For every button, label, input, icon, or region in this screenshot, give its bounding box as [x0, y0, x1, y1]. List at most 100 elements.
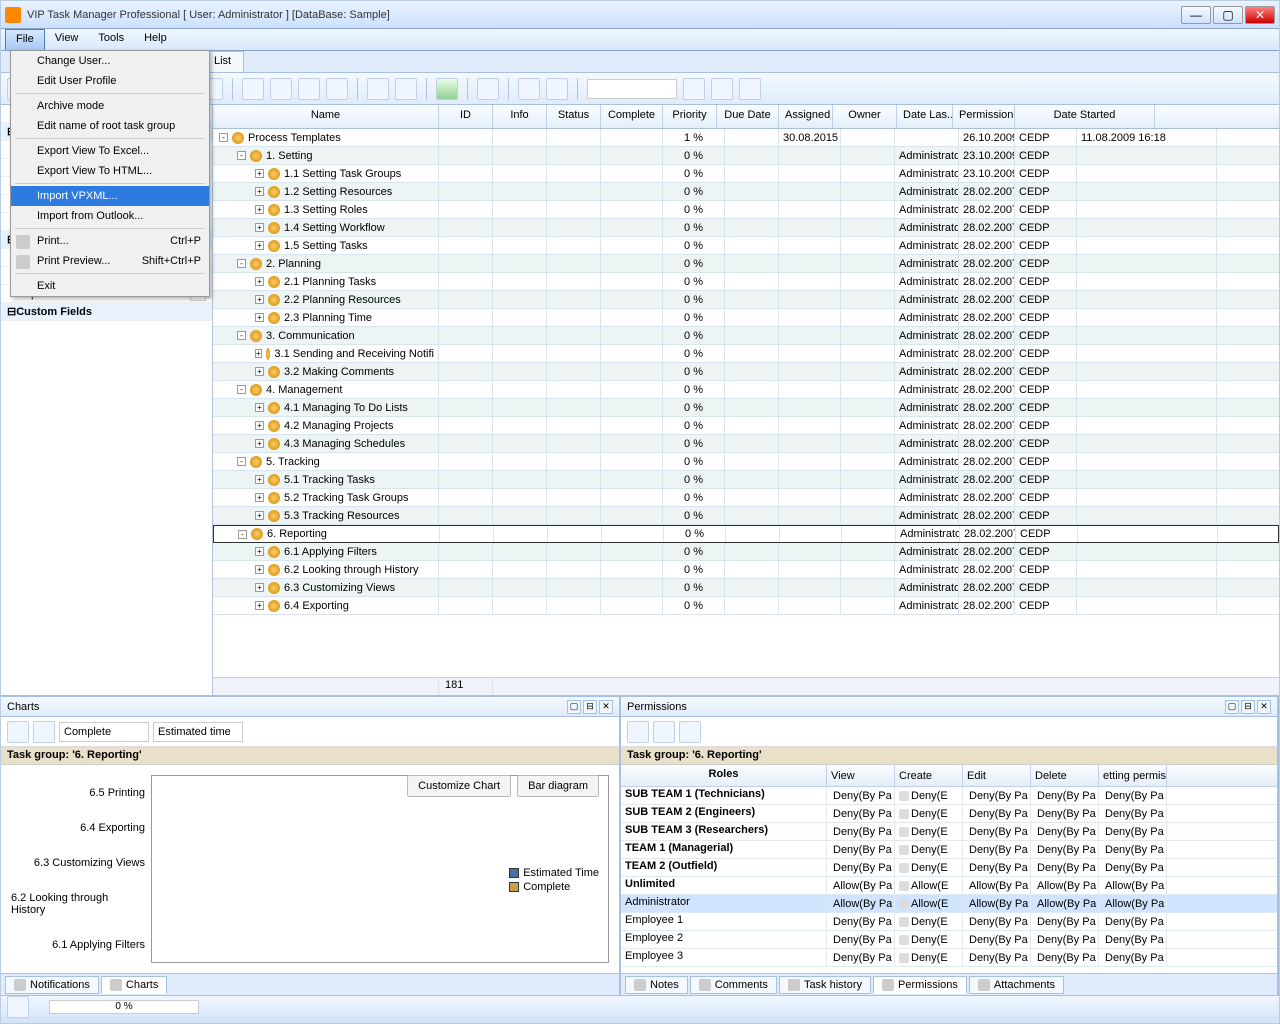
table-row[interactable]: -6. Reporting0 %Administrator28.02.2007C… [213, 525, 1279, 543]
toolbar-btn[interactable] [326, 78, 348, 100]
menu-item[interactable]: Export View To Excel... [11, 141, 209, 161]
menu-item[interactable]: Print Preview...Shift+Ctrl+P [11, 251, 209, 271]
table-row[interactable]: -5. Tracking0 %Administrator28.02.2007CE… [213, 453, 1279, 471]
bottom-tab[interactable]: Permissions [873, 976, 967, 994]
toolbar-btn[interactable] [739, 78, 761, 100]
toolbar-btn[interactable] [477, 78, 499, 100]
column-header[interactable]: Name [213, 105, 439, 128]
expand-icon[interactable]: - [237, 151, 246, 160]
customize-chart-button[interactable]: Customize Chart [407, 775, 511, 797]
print-preview-icon[interactable] [33, 721, 55, 743]
bottom-tab[interactable]: Charts [101, 976, 167, 994]
column-header[interactable]: View [827, 765, 895, 786]
perm-toolbar-btn[interactable] [627, 721, 649, 743]
table-row[interactable]: -4. Management0 %Administrator28.02.2007… [213, 381, 1279, 399]
column-header[interactable]: ID [439, 105, 493, 128]
expand-icon[interactable]: - [237, 457, 246, 466]
column-header[interactable]: Due Date [717, 105, 779, 128]
table-row[interactable]: +1.4 Setting Workflow0 %Administrator28.… [213, 219, 1279, 237]
table-row[interactable]: +2.2 Planning Resources0 %Administrator2… [213, 291, 1279, 309]
table-row[interactable]: +6.1 Applying Filters0 %Administrator28.… [213, 543, 1279, 561]
toolbar-btn[interactable] [395, 78, 417, 100]
table-row[interactable]: +6.2 Looking through History0 %Administr… [213, 561, 1279, 579]
toolbar-btn[interactable] [683, 78, 705, 100]
column-header[interactable]: Info [493, 105, 547, 128]
permissions-row[interactable]: AdministratorAllow(By PaAllow(EAllow(By … [621, 895, 1277, 913]
column-header[interactable]: Permission [953, 105, 1015, 128]
bar-diagram-button[interactable]: Bar diagram [517, 775, 599, 797]
expand-icon[interactable]: + [255, 403, 264, 412]
column-header[interactable]: Edit [963, 765, 1031, 786]
toolbar-btn[interactable] [270, 78, 292, 100]
permissions-row[interactable]: TEAM 1 (Managerial)Deny(By PaDeny(EDeny(… [621, 841, 1277, 859]
bottom-tab[interactable]: Notifications [5, 976, 99, 994]
maximize-button[interactable]: ▢ [1213, 6, 1243, 24]
chart-select-1[interactable]: Complete [59, 722, 149, 742]
table-row[interactable]: +5.1 Tracking Tasks0 %Administrator28.02… [213, 471, 1279, 489]
expand-icon[interactable]: - [237, 331, 246, 340]
column-header[interactable]: Date Started [1015, 105, 1155, 128]
expand-icon[interactable]: + [255, 511, 264, 520]
grid-body[interactable]: -Process Templates1 %30.08.201526.10.200… [213, 129, 1279, 677]
column-header[interactable]: Status [547, 105, 601, 128]
table-row[interactable]: +6.3 Customizing Views0 %Administrator28… [213, 579, 1279, 597]
expand-icon[interactable]: - [237, 259, 246, 268]
toolbar-search[interactable] [587, 79, 677, 99]
table-row[interactable]: +1.2 Setting Resources0 %Administrator28… [213, 183, 1279, 201]
table-row[interactable]: +1.3 Setting Roles0 %Administrator28.02.… [213, 201, 1279, 219]
menu-item[interactable]: Edit User Profile [11, 71, 209, 91]
permissions-body[interactable]: SUB TEAM 1 (Technicians)Deny(By PaDeny(E… [621, 787, 1277, 973]
expand-icon[interactable]: + [255, 349, 262, 358]
permissions-row[interactable]: SUB TEAM 2 (Engineers)Deny(By PaDeny(EDe… [621, 805, 1277, 823]
expand-icon[interactable]: + [255, 493, 264, 502]
menu-item[interactable]: Import from Outlook... [11, 206, 209, 226]
column-header[interactable]: Owner [833, 105, 897, 128]
table-row[interactable]: +3.2 Making Comments0 %Administrator28.0… [213, 363, 1279, 381]
menu-item[interactable]: Print...Ctrl+P [11, 231, 209, 251]
menu-item[interactable]: Import VPXML... [11, 186, 209, 206]
column-header[interactable]: Roles [621, 765, 827, 786]
minimize-button[interactable]: — [1181, 6, 1211, 24]
panel-restore-icon[interactable]: ▢ [1225, 700, 1239, 714]
toolbar-btn[interactable] [298, 78, 320, 100]
expand-icon[interactable]: - [238, 530, 247, 539]
toolbar-btn[interactable] [546, 78, 568, 100]
column-header[interactable]: Complete [601, 105, 663, 128]
table-row[interactable]: +4.1 Managing To Do Lists0 %Administrato… [213, 399, 1279, 417]
menu-help[interactable]: Help [134, 29, 177, 50]
toolbar-btn[interactable] [518, 78, 540, 100]
panel-pin-icon[interactable]: ⊟ [583, 700, 597, 714]
table-row[interactable]: +2.3 Planning Time0 %Administrator28.02.… [213, 309, 1279, 327]
menu-item[interactable]: Change User... [11, 51, 209, 71]
permissions-row[interactable]: Employee 2Deny(By PaDeny(EDeny(By PaDeny… [621, 931, 1277, 949]
panel-pin-icon[interactable]: ⊟ [1241, 700, 1255, 714]
expand-icon[interactable]: + [255, 277, 264, 286]
print-icon[interactable] [7, 721, 29, 743]
perm-toolbar-btn[interactable] [653, 721, 675, 743]
panel-close-icon[interactable]: ✕ [599, 700, 613, 714]
table-row[interactable]: +2.1 Planning Tasks0 %Administrator28.02… [213, 273, 1279, 291]
column-header[interactable]: Delete [1031, 765, 1099, 786]
expand-icon[interactable]: - [219, 133, 228, 142]
expand-icon[interactable]: + [255, 439, 264, 448]
permissions-row[interactable]: UnlimitedAllow(By PaAllow(EAllow(By PaAl… [621, 877, 1277, 895]
expand-icon[interactable]: + [255, 547, 264, 556]
permissions-row[interactable]: TEAM 2 (Outfield)Deny(By PaDeny(EDeny(By… [621, 859, 1277, 877]
expand-icon[interactable]: + [255, 241, 264, 250]
expand-icon[interactable]: + [255, 205, 264, 214]
bottom-tab[interactable]: Notes [625, 976, 688, 994]
toolbar-btn[interactable] [367, 78, 389, 100]
menu-item[interactable]: Export View To HTML... [11, 161, 209, 181]
table-row[interactable]: +5.2 Tracking Task Groups0 %Administrato… [213, 489, 1279, 507]
expand-icon[interactable]: + [255, 583, 264, 592]
menu-item[interactable]: Archive mode [11, 96, 209, 116]
column-header[interactable]: etting permissio [1099, 765, 1167, 786]
perm-toolbar-btn[interactable] [679, 721, 701, 743]
expand-icon[interactable]: - [237, 385, 246, 394]
menu-item[interactable]: Exit [11, 276, 209, 296]
close-button[interactable]: ✕ [1245, 6, 1275, 24]
column-header[interactable]: Date Las... [897, 105, 953, 128]
bottom-tab[interactable]: Task history [779, 976, 871, 994]
expand-icon[interactable]: + [255, 475, 264, 484]
table-row[interactable]: +5.3 Tracking Resources0 %Administrator2… [213, 507, 1279, 525]
